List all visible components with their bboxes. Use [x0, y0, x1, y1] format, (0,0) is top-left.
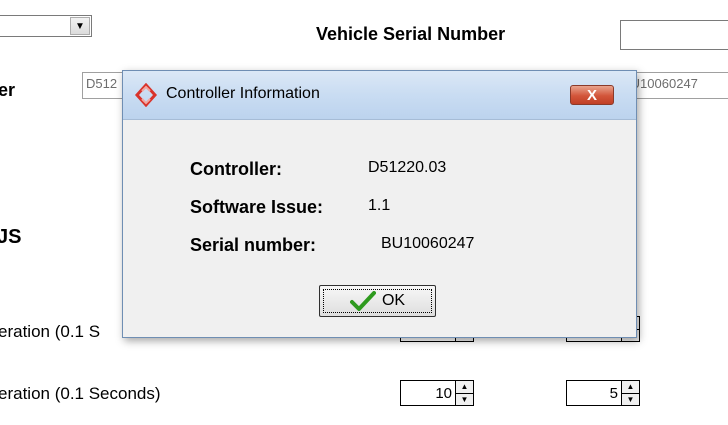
focus-rectangle: [323, 289, 432, 313]
row2-label: eration (0.1 Seconds): [0, 384, 161, 403]
close-icon: X: [586, 86, 597, 104]
software-issue-label: Software Issue:: [190, 197, 324, 217]
close-button[interactable]: X: [570, 85, 614, 105]
top-left-combobox[interactable]: ▼: [0, 15, 92, 37]
check-icon: [349, 291, 376, 311]
controller-value: D51220.03: [368, 159, 447, 176]
serial-number-value: BU10060247: [381, 235, 475, 252]
row2-spinner-a-buttons[interactable]: ▲ ▼: [455, 380, 474, 406]
controller-label: er: [0, 80, 16, 100]
dialog-title: Controller Information: [166, 85, 320, 102]
spin-down-icon[interactable]: ▼: [622, 394, 639, 406]
chevron-down-icon[interactable]: ▼: [70, 17, 90, 35]
row1-label: eration (0.1 S: [0, 322, 101, 341]
row2-value-a[interactable]: 10: [400, 380, 455, 406]
spin-up-icon[interactable]: ▲: [622, 381, 639, 394]
controller-label: Controller:: [190, 159, 282, 179]
row2-spinner-b[interactable]: 5 ▲ ▼: [566, 380, 640, 406]
ok-label: OK: [381, 292, 406, 309]
row2-spinner-a[interactable]: 10 ▲ ▼: [400, 380, 474, 406]
section-heading: JS: [0, 226, 22, 248]
spin-up-icon[interactable]: ▲: [456, 381, 473, 394]
spin-down-icon[interactable]: ▼: [456, 394, 473, 406]
controller-information-dialog: Controller Information X Controller: D51…: [122, 70, 637, 338]
dialog-titlebar[interactable]: Controller Information X: [123, 71, 636, 120]
row2-spinner-b-buttons[interactable]: ▲ ▼: [621, 380, 640, 406]
serial-number-label: Serial number:: [190, 235, 317, 255]
software-issue-value: 1.1: [368, 197, 391, 214]
row2-value-b[interactable]: 5: [566, 380, 621, 406]
app-logo-icon: [134, 83, 158, 107]
ok-button[interactable]: OK: [319, 285, 436, 317]
vehicle-serial-number-label: Vehicle Serial Number: [316, 24, 506, 44]
vehicle-serial-number-input[interactable]: [620, 20, 728, 50]
